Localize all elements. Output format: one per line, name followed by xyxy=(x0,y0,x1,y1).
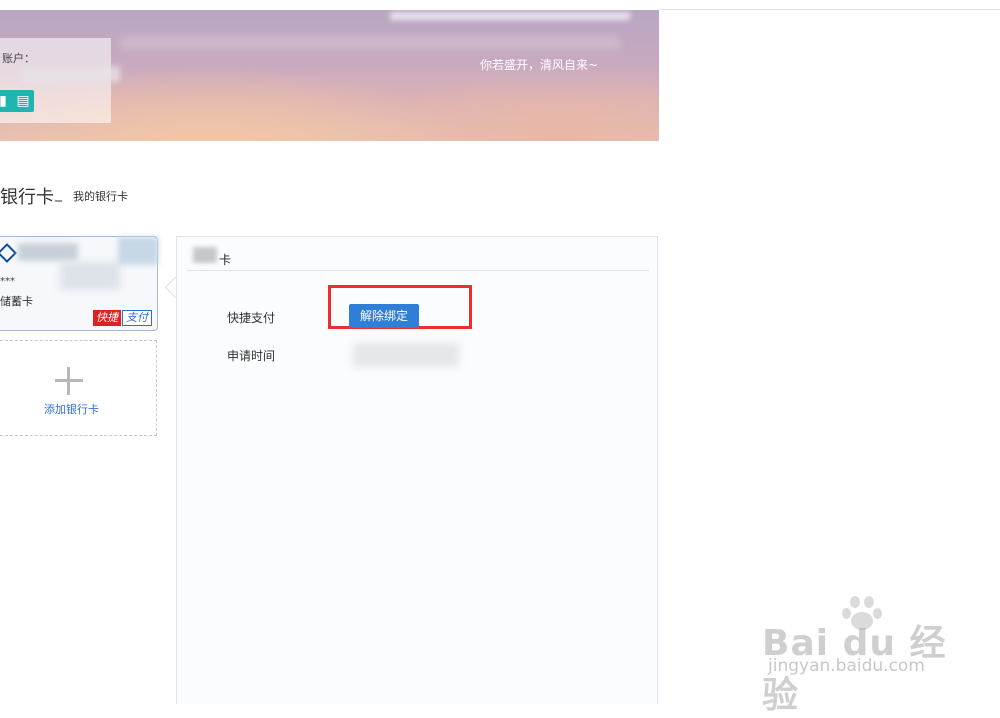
redacted-account xyxy=(20,66,120,82)
redacted-apply-time xyxy=(353,343,459,367)
quick-pay-label: 快捷支付 xyxy=(227,311,276,325)
redacted-region xyxy=(120,36,620,50)
profile-banner: 账户： ▮ ▤ 你若盛开，清风自来~ xyxy=(0,10,659,141)
unbind-button[interactable]: 解除绑定 xyxy=(349,304,419,328)
redacted-card-number xyxy=(60,262,120,290)
title-separator: _ xyxy=(55,186,62,202)
watermark-sub: jingyan.baidu.com xyxy=(768,656,925,676)
card-badge-icon[interactable]: ▤ xyxy=(12,90,34,112)
panel-title: 卡 xyxy=(219,253,232,267)
apply-time-label: 申请时间 xyxy=(227,349,276,363)
bank-card-item[interactable]: *** 储蓄卡 快捷 支付 xyxy=(0,236,158,331)
plus-icon xyxy=(55,367,83,395)
top-divider xyxy=(659,9,1000,10)
bank-logo-icon xyxy=(0,243,17,263)
quick-tag: 快捷 xyxy=(93,310,121,326)
banner-motto: 你若盛开，清风自来~ xyxy=(480,58,599,72)
redacted-bank-name xyxy=(18,243,78,261)
page-subtitle: 我的银行卡 xyxy=(73,190,128,203)
user-card: 账户： ▮ ▤ xyxy=(0,38,120,123)
card-type: 储蓄卡 xyxy=(0,295,33,308)
redacted-region xyxy=(390,12,630,20)
redacted-region xyxy=(118,237,158,265)
panel-divider xyxy=(187,270,649,271)
card-number-mask: *** xyxy=(0,276,15,287)
pay-tag: 支付 xyxy=(122,310,152,326)
add-bank-card-label: 添加银行卡 xyxy=(44,403,99,416)
card-detail-panel: 卡 快捷支付 解除绑定 申请时间 xyxy=(176,236,658,704)
page-title: 银行卡 xyxy=(0,187,54,208)
add-bank-card-button[interactable]: 添加银行卡 xyxy=(0,340,157,436)
redacted-bank-name xyxy=(193,247,217,263)
baidu-watermark: Bai du 经验 jingyan.baidu.com xyxy=(762,596,962,716)
account-label: 账户： xyxy=(2,52,35,65)
